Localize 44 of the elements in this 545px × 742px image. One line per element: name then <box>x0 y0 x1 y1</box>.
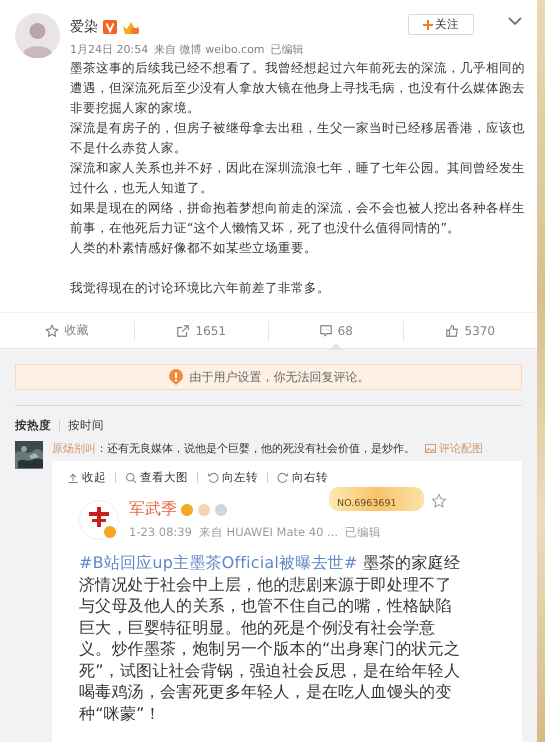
comment-image-link[interactable]: 评论配图 <box>425 441 483 456</box>
repost-action-button[interactable]: 1651 <box>134 312 268 348</box>
post-paragraph: 人类的朴素情感好像都不如某些立场重要。 <box>70 239 318 257</box>
edited-label[interactable]: 已编辑 <box>270 42 304 57</box>
post-paragraph: 我觉得现在的讨论环境比六年前差了非常多。 <box>70 279 331 297</box>
plus-icon <box>423 20 433 30</box>
zoom-tool-button[interactable]: 查看大图 <box>125 470 188 485</box>
crown-icon <box>122 20 140 34</box>
follow-button[interactable]: 关注 <box>408 14 474 35</box>
upload-arrow-icon <box>67 472 79 484</box>
share-icon <box>176 324 190 338</box>
post-paragraph: 深流是有房子的，但房子被继母拿去出租，生父一家当时已经移居香港，应该也 不是什么赤贫人家。 <box>70 119 522 157</box>
commenter-name[interactable]: 原炀别叫 <box>52 441 96 456</box>
rotate-left-icon <box>207 472 219 484</box>
sort-tab[interactable]: 按时间 <box>68 418 104 433</box>
post-paragraph: 深流和家人关系也并不好，因此在深圳流浪七年，睡了七年公园。其间曾经发生 过什么，也无人知道了。 <box>70 159 522 197</box>
image-icon <box>425 443 436 454</box>
embedded-post-text: #B站回应up主墨茶Official被曝去世# 墨茶的家庭经 济情况处于社会中上层，他的悲剧来源于即处理不了 与父母及他人的关系，也管不住自己的嘴，性格缺陷 巨大，巨婴特征明显。他的死是个例没有社会学意 义。炒作墨茶，炮制另一个版本的“出身寒门的状元之 死”，试图让社会背锅，强迫社会反思，是在给年轻人 喝毒鸡汤，会害死更多年轻人，是在吃人血馒头的变 种“咪蒙”！ <box>79 552 462 724</box>
logo-avatar <box>79 500 119 540</box>
rotate-right-icon <box>277 472 289 484</box>
notice-text: 由于用户设置，你无法回复评论。 <box>190 368 370 386</box>
post-paragraph: 墨茶这事的后续我已经不想看了。我曾经想起过六年前死去的深流，几乎相同的 遭遇，但深流死后至少没有人拿放大镜在他身上寻找毛病，也没有什么媒体跑去 非要挖掘人家的家境。 <box>70 59 522 117</box>
search-icon <box>125 472 137 484</box>
embedded-edited-label: 已编辑 <box>345 525 382 540</box>
embedded-author-name: 军武季 <box>129 499 177 520</box>
chevron-down-icon[interactable] <box>508 17 522 27</box>
user-name[interactable]: 爱染 <box>70 18 98 36</box>
collapse-tool-button[interactable]: 收起 <box>67 470 106 485</box>
post-paragraph: 如果是现在的网络，拼命抱着梦想向前走的深流，会不会也被人挖出各种各样生 前事，在他死后力证“这个人懒惰又坏，死了也没什么值得同情的”。 <box>70 199 522 237</box>
favorite-action-button[interactable]: 收藏 <box>0 312 134 348</box>
post-time[interactable]: 1月24日 20:54 <box>70 42 148 57</box>
hashtag-link[interactable]: #B站回应up主墨茶Official被曝去世# <box>79 553 358 572</box>
fan-medal: NO.6963691 <box>329 487 424 511</box>
comment-text: ：还有无良媒体，说他是个巨婴，他的死没有社会价值，是炒作。 <box>96 441 415 456</box>
like-action-button[interactable]: 5370 <box>404 312 537 348</box>
embedded-post-source: 来自 HUAWEI Mate 40 ... <box>198 525 338 540</box>
star-icon <box>431 493 447 509</box>
sort-tab[interactable]: 按热度 <box>15 418 51 433</box>
post-source: 来自 微博 weibo.com <box>154 42 265 57</box>
comment-icon <box>318 324 333 338</box>
star-icon <box>45 324 60 338</box>
embedded-post-time: 1-23 08:39 <box>129 525 192 540</box>
thumbs-up-icon <box>445 324 460 338</box>
warning-icon <box>168 369 184 385</box>
